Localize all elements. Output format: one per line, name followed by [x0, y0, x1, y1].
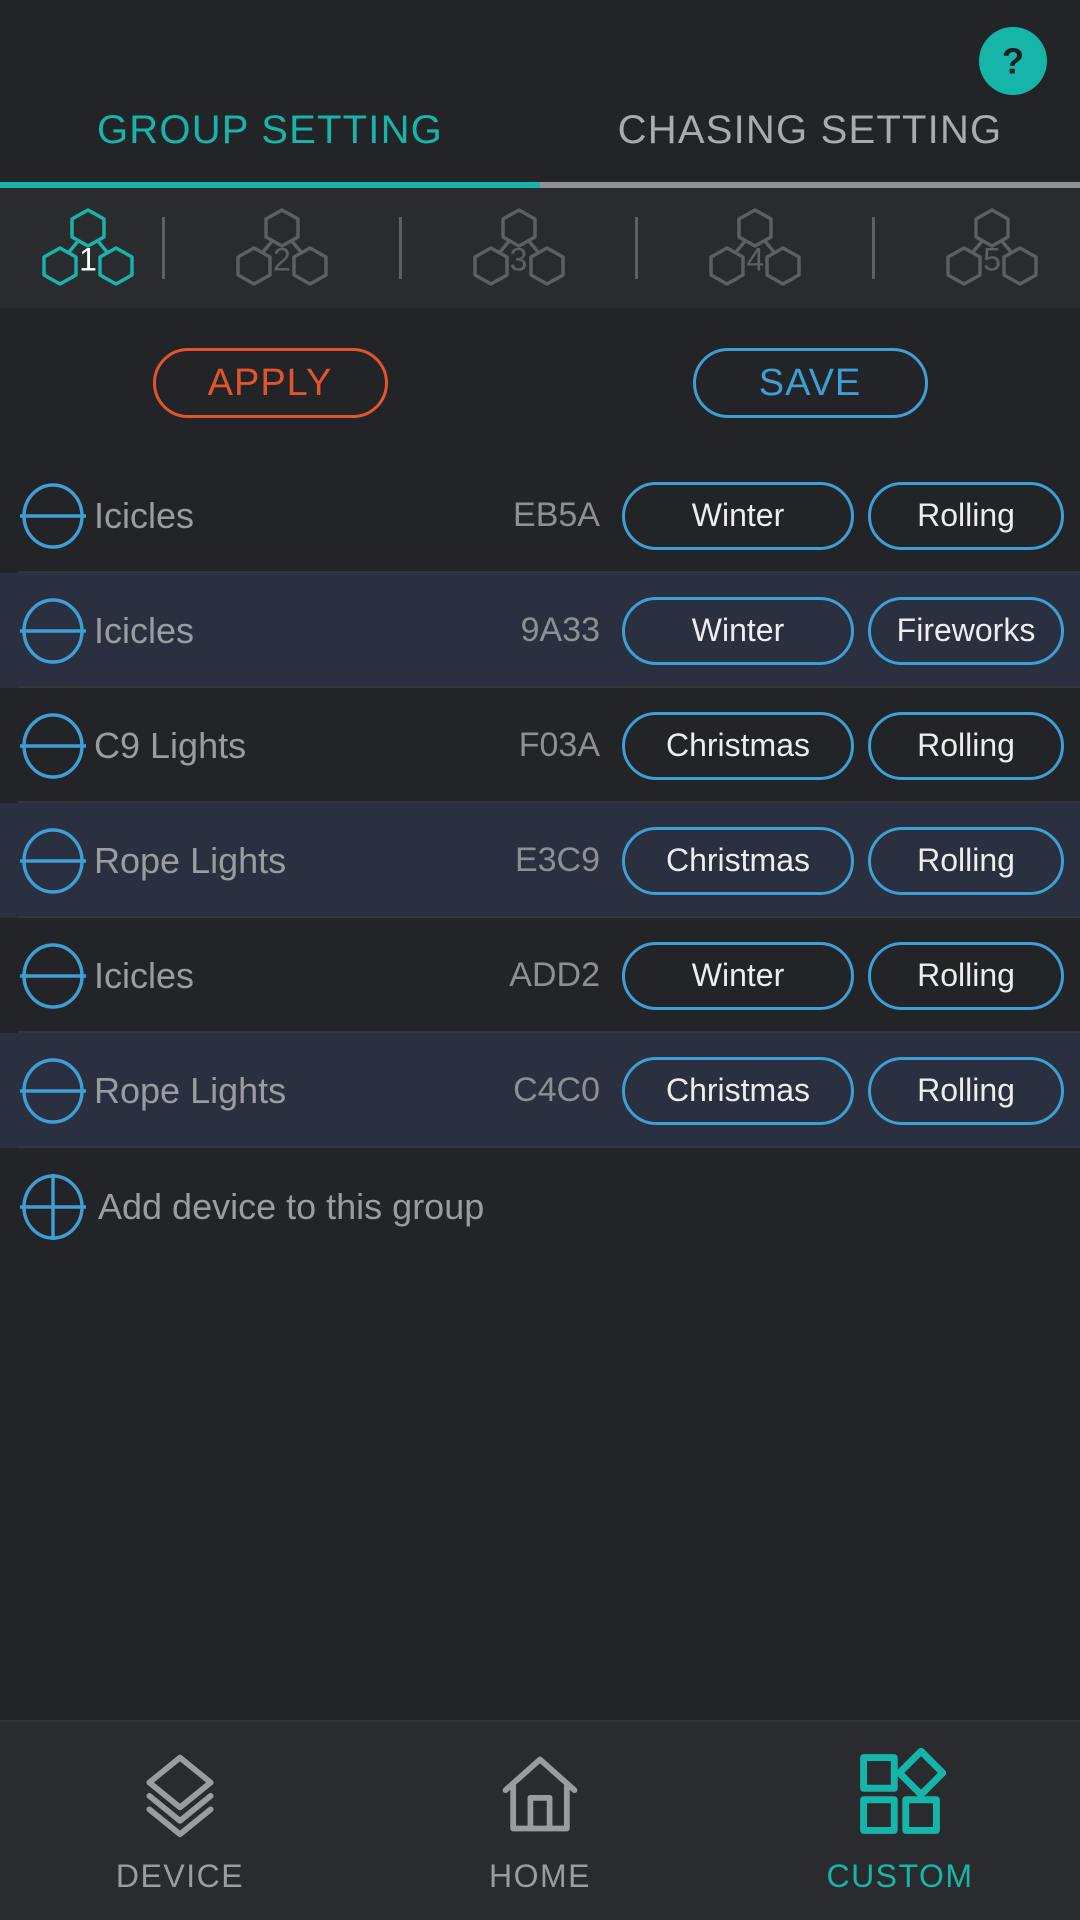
svg-text:?: ?: [1002, 40, 1024, 81]
home-icon: [494, 1748, 586, 1840]
scene-button[interactable]: Christmas: [622, 711, 854, 780]
tab-underline-active: [0, 182, 540, 188]
nav-item-device-label: DEVICE: [115, 1857, 245, 1894]
group-item-3[interactable]: 3: [445, 198, 593, 298]
effect-button[interactable]: Rolling: [868, 711, 1064, 780]
table-row[interactable]: Icicles ADD2 Winter Rolling: [0, 918, 1080, 1033]
add-device-row[interactable]: Add device to this group: [0, 1148, 1080, 1266]
scene-button[interactable]: Christmas: [622, 1056, 854, 1125]
scene-button[interactable]: Christmas: [622, 826, 854, 895]
effect-button-label: Fireworks: [896, 612, 1036, 648]
top-bar: ? GROUP SETTING CHASING SETTING: [0, 0, 1080, 188]
group-item-2-number: 2: [272, 241, 291, 278]
minus-circle-icon[interactable]: [18, 1056, 88, 1126]
group-item-4-number: 4: [746, 241, 765, 278]
group-item-1-number: 1: [79, 241, 97, 278]
tab-group-setting-label: GROUP SETTING: [96, 108, 443, 152]
tab-group-setting[interactable]: GROUP SETTING: [0, 102, 540, 188]
apply-button-label: APPLY: [207, 361, 333, 404]
group-separator: [162, 217, 165, 279]
help-button[interactable]: ?: [979, 27, 1047, 95]
group-separator: [635, 217, 639, 279]
device-name: C9 Lights: [94, 724, 247, 766]
group-item-5[interactable]: 5: [918, 198, 1066, 298]
minus-circle-icon[interactable]: [18, 596, 88, 666]
action-button-row: APPLY SAVE: [0, 308, 1080, 458]
tab-chasing-setting-label: CHASING SETTING: [617, 108, 1003, 152]
scene-button[interactable]: Winter: [622, 941, 854, 1010]
nav-item-home[interactable]: HOME: [360, 1748, 720, 1895]
scene-button-label: Christmas: [665, 842, 810, 878]
minus-circle-icon[interactable]: [18, 481, 88, 551]
effect-button-label: Rolling: [917, 957, 1015, 993]
effect-button[interactable]: Rolling: [868, 941, 1064, 1010]
tab-bar: GROUP SETTING CHASING SETTING: [0, 102, 1080, 188]
minus-circle-icon[interactable]: [18, 826, 88, 896]
scene-button-label: Christmas: [665, 1072, 810, 1108]
nav-item-custom[interactable]: CUSTOM: [720, 1747, 1080, 1895]
device-name: Icicles: [94, 494, 195, 536]
group-separator: [872, 217, 876, 279]
plus-circle-icon[interactable]: [18, 1172, 88, 1242]
effect-button-label: Rolling: [917, 842, 1015, 878]
effect-button[interactable]: Rolling: [868, 826, 1064, 895]
minus-circle-icon[interactable]: [18, 941, 88, 1011]
group-item-3-number: 3: [509, 241, 528, 278]
tab-chasing-setting[interactable]: CHASING SETTING: [540, 102, 1080, 188]
scene-button-label: Winter: [691, 612, 785, 648]
tab-underline-inactive: [540, 182, 1080, 188]
device-name: Rope Lights: [94, 1069, 287, 1111]
table-row[interactable]: Icicles EB5A Winter Rolling: [0, 458, 1080, 573]
effect-button[interactable]: Rolling: [868, 1056, 1064, 1125]
effect-button-label: Rolling: [917, 727, 1015, 763]
scene-button-label: Christmas: [665, 727, 810, 763]
apply-button[interactable]: APPLY: [152, 348, 388, 418]
help-question-icon: ?: [990, 38, 1036, 84]
scene-button[interactable]: Winter: [622, 596, 854, 665]
device-id: E3C9: [514, 841, 600, 879]
table-row[interactable]: Icicles 9A33 Winter Fireworks: [0, 573, 1080, 688]
device-id: ADD2: [509, 956, 600, 994]
nav-item-home-label: HOME: [489, 1857, 591, 1894]
minus-circle-icon[interactable]: [18, 711, 88, 781]
device-id: EB5A: [513, 496, 600, 534]
tab-underline: [0, 182, 1080, 188]
bottom-navigation: DEVICE HOME CUSTOM: [0, 1720, 1080, 1920]
device-name: Icicles: [94, 954, 195, 996]
layers-icon: [134, 1748, 226, 1840]
effect-button-label: Rolling: [917, 1072, 1015, 1108]
effect-button[interactable]: Rolling: [868, 481, 1064, 550]
device-list: Icicles EB5A Winter Rolling Icicles 9A33…: [0, 458, 1080, 1266]
save-button-label: SAVE: [758, 361, 862, 404]
device-id: 9A33: [520, 611, 600, 649]
effect-button[interactable]: Fireworks: [868, 596, 1064, 665]
device-id: F03A: [518, 726, 600, 764]
group-item-5-number: 5: [983, 241, 1001, 278]
group-selector: 1 2 3 4 5: [0, 188, 1080, 308]
group-item-1[interactable]: 1: [14, 198, 162, 298]
device-id: C4C0: [513, 1071, 600, 1109]
content-filler: [0, 1266, 1080, 1720]
nav-item-custom-label: CUSTOM: [826, 1857, 974, 1894]
device-name: Rope Lights: [94, 839, 287, 881]
save-button[interactable]: SAVE: [692, 348, 928, 418]
group-item-2[interactable]: 2: [208, 198, 356, 298]
nav-item-device[interactable]: DEVICE: [0, 1748, 360, 1895]
table-row[interactable]: Rope Lights E3C9 Christmas Rolling: [0, 803, 1080, 918]
row-divider: [18, 1146, 1080, 1148]
table-row[interactable]: C9 Lights F03A Christmas Rolling: [0, 688, 1080, 803]
app-root: ? GROUP SETTING CHASING SETTING 1 2 3 4 …: [0, 0, 1080, 1920]
add-device-label: Add device to this group: [98, 1186, 485, 1227]
widgets-icon: [854, 1747, 946, 1840]
effect-button-label: Rolling: [917, 497, 1015, 533]
scene-button[interactable]: Winter: [622, 481, 854, 550]
scene-button-label: Winter: [691, 957, 785, 993]
device-name: Icicles: [94, 609, 195, 651]
group-separator: [398, 217, 402, 279]
group-item-4[interactable]: 4: [681, 198, 829, 298]
table-row[interactable]: Rope Lights C4C0 Christmas Rolling: [0, 1033, 1080, 1148]
scene-button-label: Winter: [691, 497, 785, 533]
